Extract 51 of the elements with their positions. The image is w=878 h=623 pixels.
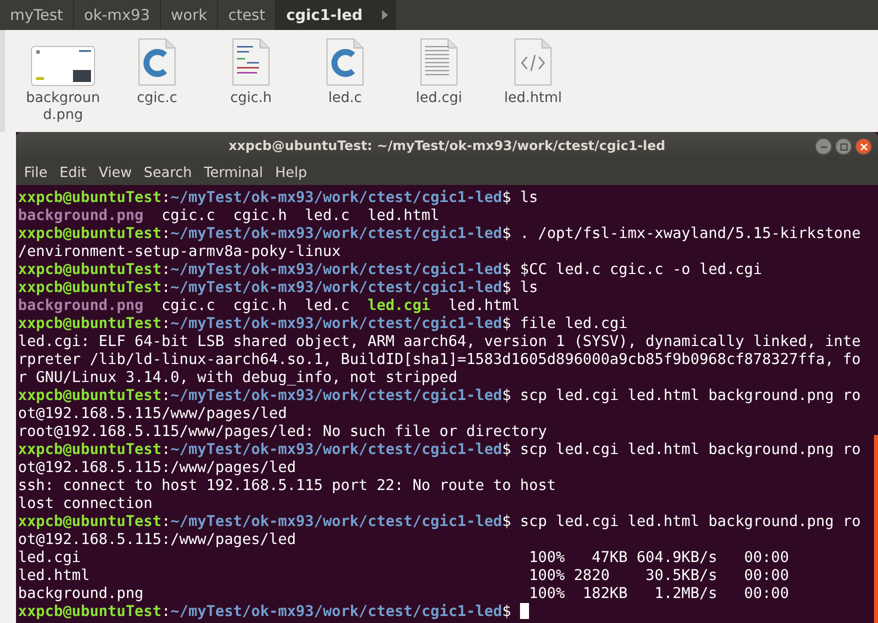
terminal-line: xxpcb@ubuntuTest:~/myTest/ok-mx93/work/ctest/cgic1-led$ ls [18, 188, 538, 206]
scroll-right-button[interactable] [374, 0, 396, 30]
file-name: cgic.c [136, 90, 178, 107]
terminal-line: xxpcb@ubuntuTest:~/myTest/ok-mx93/work/ctest/cgic1-led$ scp led.cgi led.html background.png ro [18, 440, 861, 458]
terminal-line: xxpcb@ubuntuTest:~/myTest/ok-mx93/work/ctest/cgic1-led$ [18, 602, 512, 620]
terminal-line: ot@192.168.5.115:/www/pages/led [18, 458, 296, 476]
terminal-line: xxpcb@ubuntuTest:~/myTest/ok-mx93/work/ctest/cgic1-led$ file led.cgi [18, 314, 628, 332]
close-button[interactable] [855, 138, 872, 155]
menu-item[interactable]: Search [138, 164, 198, 180]
terminal-line: led.cgi: ELF 64-bit LSB shared object, ARM aarch64, version 1 (SYSV), dynamically linked, inte [18, 332, 861, 350]
c-source-file-icon[interactable] [138, 38, 176, 86]
terminal-line: ot@192.168.5.115:/www/pages/led [18, 530, 296, 548]
terminal-line: background.png cgic.c cgic.h led.c led.cgi led.html [18, 296, 520, 314]
terminal-line: xxpcb@ubuntuTest:~/myTest/ok-mx93/work/ctest/cgic1-led$ scp led.cgi led.html background.png ro [18, 512, 861, 530]
terminal-line: ssh: connect to host 192.168.5.115 port 22: No route to host [18, 476, 556, 494]
window-title: xxpcb@ubuntuTest: ~/myTest/ok-mx93/work/ctest/cgic1-led [228, 138, 666, 154]
file-name: led.c [327, 90, 363, 107]
terminal-line: background.png 100% 182KB 1.2MB/s 00:00 [18, 584, 789, 602]
terminal-line: lost connection [18, 494, 152, 512]
path-button[interactable]: cgic1-led [276, 0, 374, 30]
terminal-line: rpreter /lib/ld-linux-aarch64.so.1, BuildID[sha1]=1583d1605d896000a9cb85f9b0968cf878327ffa, fo [18, 350, 861, 368]
file-name: backgroun d.png [25, 90, 101, 124]
image-thumbnail[interactable] [31, 46, 95, 86]
menu-item[interactable]: Terminal [198, 164, 270, 180]
file-name: cgic.h [229, 90, 273, 107]
text-file-icon[interactable] [232, 38, 270, 86]
terminal-line: background.png cgic.c cgic.h led.c led.html [18, 206, 440, 224]
terminal-line: ot@192.168.5.115/www/pages/led [18, 404, 287, 422]
maximize-icon [840, 142, 848, 150]
file-name: led.cgi [414, 90, 464, 107]
terminal-line: r GNU/Linux 3.14.0, with debug_info, not stripped [18, 368, 458, 386]
file-name: led.html [503, 90, 563, 107]
menu-item[interactable]: File [18, 164, 54, 180]
menu-item[interactable]: View [92, 164, 138, 180]
code-file-icon[interactable] [514, 38, 552, 86]
menu-item[interactable]: Edit [53, 164, 93, 180]
scrollbar-thumb[interactable] [874, 435, 878, 623]
terminal-line: led.html 100% 2820 30.5KB/s 00:00 [18, 566, 789, 584]
terminal-line: root@192.168.5.115/www/pages/led: No such file or directory [18, 422, 547, 440]
c-source-file-icon[interactable] [326, 38, 364, 86]
text-file-icon[interactable] [420, 38, 458, 86]
terminal-line: /environment-setup-armv8a-poky-linux [18, 242, 341, 260]
terminal-line: xxpcb@ubuntuTest:~/myTest/ok-mx93/work/ctest/cgic1-led$ ls [18, 278, 538, 296]
close-icon [860, 142, 868, 150]
menu-item[interactable]: Help [269, 164, 313, 180]
terminal-line: xxpcb@ubuntuTest:~/myTest/ok-mx93/work/ctest/cgic1-led$ scp led.cgi led.html background.png ro [18, 386, 861, 404]
triangle-right-icon [380, 10, 389, 20]
terminal-line: led.cgi 100% 47KB 604.9KB/s 00:00 [18, 548, 789, 566]
terminal-line: xxpcb@ubuntuTest:~/myTest/ok-mx93/work/ctest/cgic1-led$ . /opt/fsl-imx-xwayland/5.15-kirkstone [18, 224, 861, 242]
terminal-line: xxpcb@ubuntuTest:~/myTest/ok-mx93/work/ctest/cgic1-led$ $CC led.c cgic.c -o led.cgi [18, 260, 762, 278]
minimize-button[interactable] [815, 138, 832, 155]
